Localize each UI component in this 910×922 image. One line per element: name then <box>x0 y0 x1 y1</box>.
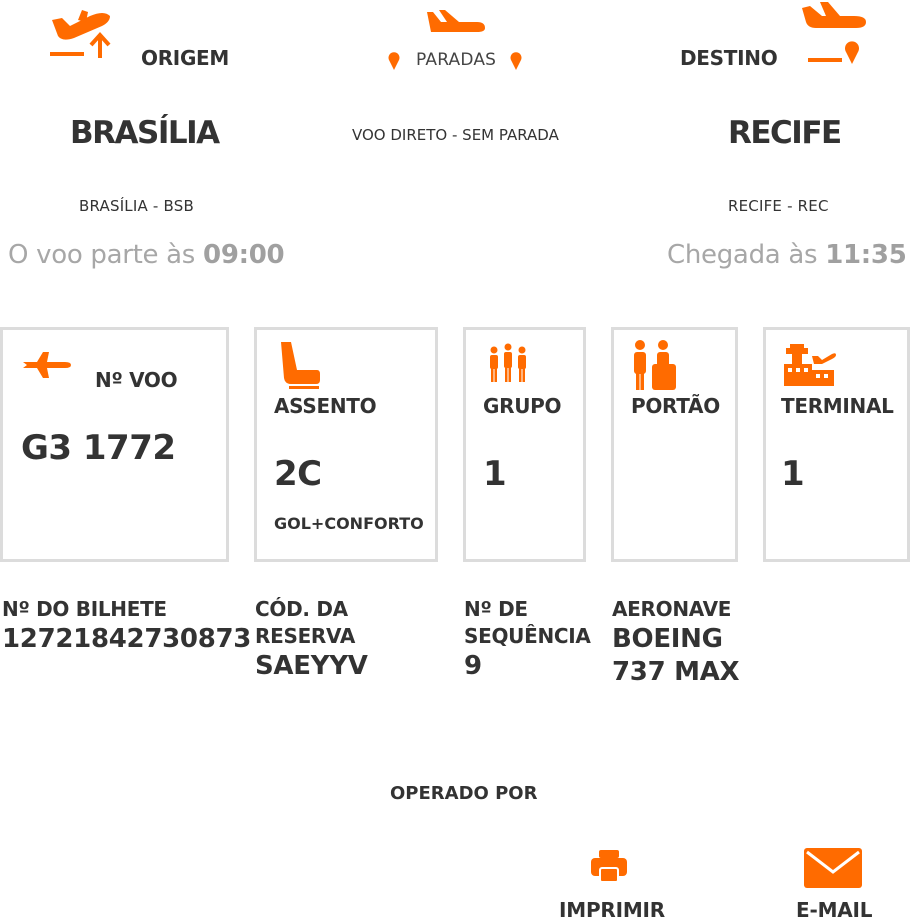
seat-icon <box>281 342 320 389</box>
terminal-card: TERMINAL 1 <box>763 327 910 562</box>
sequence-number-block: Nº DE SEQUÊNCIA 9 <box>464 596 591 683</box>
ticket-number-block: Nº DO BILHETE 12721842730873 <box>2 596 251 656</box>
origin-city: BRASÍLIA <box>70 115 220 151</box>
origin-label: ORIGEM <box>141 46 230 70</box>
printer-icon <box>591 850 627 883</box>
gate-passenger-icon <box>634 340 676 390</box>
operated-by-label: OPERADO POR <box>390 783 538 804</box>
destination-city: RECIFE <box>728 115 842 151</box>
arrival-time: 11:35 <box>825 240 907 270</box>
gate-card: PORTÃO <box>611 327 738 562</box>
departure-prefix: O voo parte às <box>8 240 196 270</box>
seat-card: ASSENTO 2C GOL+CONFORTO <box>254 327 438 562</box>
booking-code-block: CÓD. DA RESERVA SAEYYV <box>255 596 368 683</box>
flight-type: VOO DIRETO - SEM PARADA <box>352 126 559 144</box>
aircraft-block: AERONAVE BOEING 737 MAX <box>612 596 740 689</box>
arrival-prefix: Chegada às <box>667 240 818 270</box>
destination-label: DESTINO <box>680 46 778 70</box>
print-button[interactable]: IMPRIMIR <box>556 850 665 922</box>
airplane-icon <box>427 10 485 32</box>
booking-code-label-line1: CÓD. DA <box>255 597 348 621</box>
email-button[interactable]: E-MAIL <box>790 846 880 922</box>
sequence-value: 9 <box>464 651 482 681</box>
stops-header: PARADAS <box>385 6 530 76</box>
booking-code-value: SAEYYV <box>255 651 368 681</box>
seat-value: 2C <box>274 454 322 494</box>
destination-header: DESTINO <box>680 2 870 76</box>
booking-code-label-line2: RESERVA <box>255 624 356 648</box>
seat-class: GOL+CONFORTO <box>274 514 424 533</box>
aircraft-label: AERONAVE <box>612 597 732 621</box>
landing-icon <box>802 2 866 64</box>
terminal-building-icon <box>784 344 836 386</box>
destination-airport: RECIFE - REC <box>728 197 829 215</box>
sequence-label-line1: Nº DE <box>464 597 528 621</box>
flight-number-card: Nº VOO G3 1772 <box>0 327 229 562</box>
group-card: GRUPO 1 <box>463 327 586 562</box>
location-pin-icon <box>388 52 400 70</box>
origin-airport: BRASÍLIA - BSB <box>79 197 194 215</box>
ticket-number-value: 12721842730873 <box>2 624 252 654</box>
flight-number-value: G3 1772 <box>21 428 176 468</box>
print-label: IMPRIMIR <box>559 898 665 922</box>
terminal-value: 1 <box>781 454 805 494</box>
location-pin-icon <box>510 52 522 70</box>
takeoff-icon <box>50 10 111 58</box>
group-value: 1 <box>483 454 507 494</box>
envelope-icon <box>804 848 862 888</box>
stops-label: PARADAS <box>416 50 497 70</box>
group-title: GRUPO <box>483 394 562 418</box>
origin-header: ORIGEM <box>48 6 268 76</box>
terminal-title: TERMINAL <box>781 394 894 418</box>
ticket-number-label: Nº DO BILHETE <box>2 597 167 621</box>
arrival-time-line: Chegada às 11:35 <box>667 240 907 270</box>
airplane-icon <box>23 352 71 378</box>
departure-time-line: O voo parte às 09:00 <box>8 240 285 270</box>
flight-number-title: Nº VOO <box>95 368 178 392</box>
seat-title: ASSENTO <box>274 394 377 418</box>
people-group-icon <box>490 343 526 382</box>
sequence-label-line2: SEQUÊNCIA <box>464 624 591 648</box>
aircraft-value-line2: 737 MAX <box>612 657 740 687</box>
departure-time: 09:00 <box>203 240 285 270</box>
gate-title: PORTÃO <box>631 394 720 418</box>
email-label: E-MAIL <box>796 898 873 922</box>
aircraft-value-line1: BOEING <box>612 624 723 654</box>
